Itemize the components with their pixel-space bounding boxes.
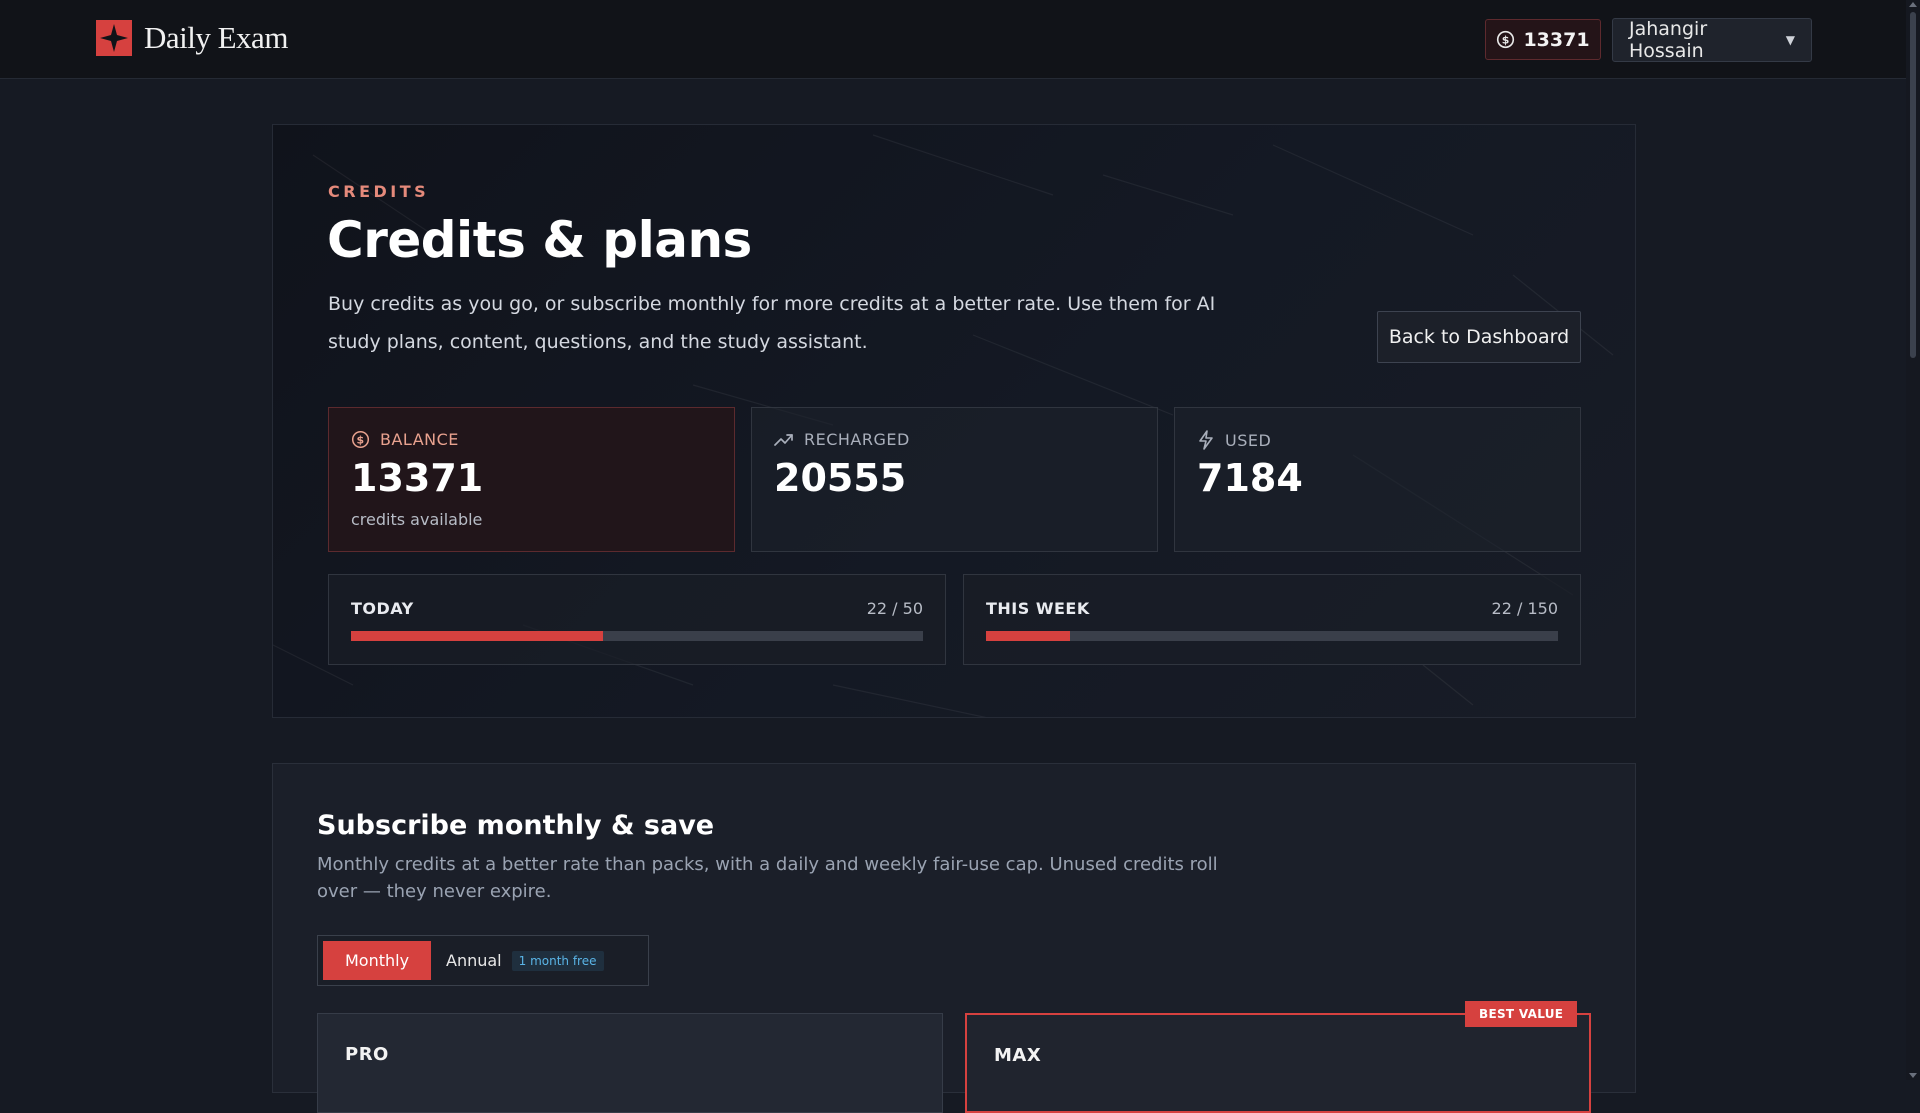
today-usage-card: TODAY 22 / 50 — [328, 574, 946, 665]
balance-stat-card: $ BALANCE 13371 credits available — [328, 407, 735, 552]
recharged-value: 20555 — [774, 456, 907, 500]
plan-name-max: MAX — [994, 1045, 1042, 1066]
logo-mark-icon — [96, 20, 132, 56]
today-usage-count: 22 / 50 — [866, 599, 923, 618]
recharged-label-text: RECHARGED — [804, 430, 910, 449]
week-usage-bar — [986, 631, 1558, 641]
plan-card-pro[interactable]: PRO — [317, 1013, 943, 1113]
balance-value: 13371 — [351, 456, 484, 500]
plan-name-pro: PRO — [345, 1044, 389, 1065]
top-navbar: Daily Exam $ 13371 Jahangir Hossain ▼ — [0, 0, 1906, 79]
used-label-text: USED — [1225, 430, 1272, 450]
billing-period-toggle: Monthly Annual 1 month free — [317, 935, 649, 986]
page-description: Buy credits as you go, or subscribe mont… — [328, 293, 1216, 353]
scrollbar-thumb[interactable] — [1910, 12, 1916, 358]
dollar-coin-icon: $ — [351, 430, 370, 449]
subscribe-description: Monthly credits at a better rate than pa… — [317, 854, 1218, 902]
chevron-down-icon: ▼ — [1785, 33, 1795, 47]
scroll-up-arrow-icon[interactable] — [1909, 2, 1917, 7]
today-usage-bar-fill — [351, 631, 603, 641]
week-usage-label: THIS WEEK — [986, 599, 1090, 618]
scroll-down-arrow-icon[interactable] — [1909, 1073, 1917, 1078]
credits-hero-card: CREDITS Credits & plans Buy credits as y… — [272, 124, 1636, 718]
today-usage-bar — [351, 631, 923, 641]
page-scrollbar[interactable] — [1906, 0, 1920, 1080]
balance-stat-label: $ BALANCE — [351, 430, 459, 449]
balance-subtext: credits available — [351, 510, 483, 529]
used-value: 7184 — [1197, 456, 1303, 500]
credit-pill-value: 13371 — [1523, 28, 1590, 51]
subscribe-section: Subscribe monthly & save Monthly credits… — [272, 763, 1636, 1113]
user-menu-button[interactable]: Jahangir Hossain ▼ — [1612, 18, 1812, 62]
trending-up-icon — [774, 433, 793, 446]
used-stat-label: USED — [1197, 430, 1271, 450]
brand-logo[interactable]: Daily Exam — [96, 20, 288, 56]
brand-name: Daily Exam — [144, 20, 288, 55]
lightning-icon — [1199, 430, 1213, 450]
recharged-stat-label: RECHARGED — [774, 430, 910, 449]
week-usage-card: THIS WEEK 22 / 150 — [963, 574, 1581, 665]
svg-text:$: $ — [356, 434, 364, 447]
monthly-toggle-button[interactable]: Monthly — [323, 941, 431, 980]
used-stat-card: USED 7184 — [1174, 407, 1581, 552]
page-title: Credits & plans — [327, 211, 752, 269]
best-value-badge: BEST VALUE — [1465, 1001, 1578, 1027]
user-name: Jahangir Hossain — [1629, 18, 1708, 62]
recharged-stat-card: RECHARGED 20555 — [751, 407, 1158, 552]
plan-card-max[interactable]: MAX — [965, 1013, 1591, 1113]
week-usage-bar-fill — [986, 631, 1070, 641]
annual-toggle-button[interactable]: Annual 1 month free — [438, 941, 612, 980]
annual-toggle-label: Annual — [446, 951, 502, 970]
svg-text:$: $ — [1502, 34, 1510, 47]
subscribe-title: Subscribe monthly & save — [317, 810, 715, 841]
balance-label-text: BALANCE — [380, 430, 459, 449]
back-to-dashboard-button[interactable]: Back to Dashboard — [1377, 311, 1581, 363]
week-usage-count: 22 / 150 — [1491, 599, 1558, 618]
dollar-coin-icon: $ — [1497, 30, 1515, 49]
annual-free-badge: 1 month free — [511, 950, 604, 971]
today-usage-label: TODAY — [351, 599, 414, 618]
credit-balance-pill[interactable]: $ 13371 — [1485, 19, 1601, 60]
section-eyebrow: CREDITS — [328, 182, 430, 201]
